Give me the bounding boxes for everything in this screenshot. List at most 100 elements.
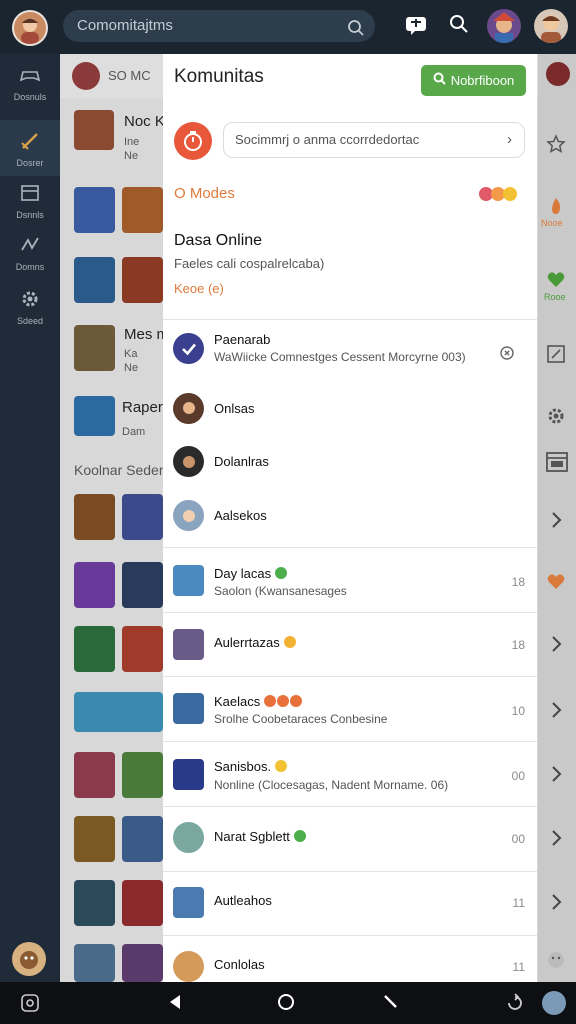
rail-item-label: Dosrer bbox=[16, 158, 44, 168]
rail-item-5[interactable]: Sdeed bbox=[0, 288, 60, 326]
chat-row[interactable]: Day lacas Saolon (Kwansanesages 18 bbox=[163, 557, 537, 609]
background-tile bbox=[74, 692, 163, 732]
chat-row[interactable]: Kaelacs Srolhe Coobetaraces Conbesine 10 bbox=[163, 686, 537, 738]
background-tile bbox=[74, 325, 115, 371]
chat-row[interactable]: Sanisbos. Nonline (Clocesagas, Nadent Mo… bbox=[163, 751, 537, 803]
background-tile bbox=[74, 816, 115, 862]
background-item-sub: Ne bbox=[124, 150, 139, 162]
recents-icon[interactable] bbox=[382, 993, 400, 1016]
rail-item-2[interactable]: Dosrer bbox=[0, 120, 60, 176]
chevron-right-icon[interactable] bbox=[546, 764, 566, 789]
chat-row[interactable]: Narat Sgblett 00 bbox=[163, 816, 537, 868]
community-avatar bbox=[173, 951, 204, 982]
chat-name: Kaelacs bbox=[214, 694, 303, 709]
background-item-sub: Ka bbox=[124, 348, 138, 360]
right-rail-avatar[interactable] bbox=[546, 62, 570, 86]
divider bbox=[163, 935, 537, 936]
status-emoji-icon bbox=[264, 695, 277, 707]
list-item[interactable]: Dolanlras bbox=[163, 444, 537, 484]
online-link[interactable]: Keoe (e) bbox=[174, 281, 224, 296]
background-tile bbox=[74, 626, 115, 672]
divider bbox=[163, 676, 537, 677]
status-emoji-icon bbox=[277, 695, 290, 707]
resize-icon[interactable] bbox=[546, 344, 566, 369]
background-tile bbox=[122, 257, 163, 303]
chat-subtitle: Srolhe Coobetaraces Conbesine bbox=[214, 712, 388, 726]
rotate-icon[interactable] bbox=[505, 993, 525, 1018]
list-item[interactable]: Aalsekos bbox=[163, 498, 537, 538]
member-avatar bbox=[173, 500, 204, 531]
rail-item-label: Dosnuls bbox=[13, 92, 47, 102]
divider bbox=[163, 741, 537, 742]
search-field[interactable]: Comomitajtms bbox=[63, 10, 375, 42]
background-tile bbox=[74, 396, 115, 436]
chevron-right-icon[interactable] bbox=[546, 892, 566, 917]
right-rail: Nooe Rooe bbox=[538, 54, 576, 982]
online-title: Dasa Online bbox=[174, 232, 263, 249]
rail-item-label: Sdeed bbox=[16, 316, 44, 326]
chevron-right-icon[interactable] bbox=[546, 700, 566, 725]
right-rail-label: Rooe bbox=[544, 292, 566, 302]
community-avatar bbox=[173, 693, 204, 724]
rail-bottom-avatar[interactable] bbox=[12, 942, 46, 976]
chat-name: Conlolas bbox=[214, 957, 265, 972]
game-avatar[interactable] bbox=[487, 9, 521, 43]
item-name: Paenarab bbox=[214, 332, 271, 347]
chat-row[interactable]: Conlolas 11 bbox=[163, 945, 537, 982]
gear-icon[interactable] bbox=[546, 406, 566, 431]
home-icon[interactable] bbox=[277, 993, 295, 1016]
new-chat-icon[interactable] bbox=[405, 14, 427, 41]
chat-row[interactable]: Aulerrtazas 18 bbox=[163, 622, 537, 674]
search-icon-top[interactable] bbox=[449, 14, 469, 39]
chat-name: Aulerrtazas bbox=[214, 635, 296, 650]
reaction-icons[interactable] bbox=[477, 185, 523, 208]
background-tile bbox=[122, 944, 163, 982]
heart-icon[interactable] bbox=[546, 572, 566, 597]
star-icon[interactable] bbox=[546, 134, 566, 159]
system-nav-bar bbox=[0, 982, 576, 1024]
community-avatar bbox=[173, 759, 204, 790]
online-subtitle: Faeles cali cospalrelcaba) bbox=[174, 256, 325, 271]
emoji-icon[interactable] bbox=[546, 950, 566, 975]
layout-icon[interactable] bbox=[546, 452, 568, 477]
divider bbox=[163, 319, 537, 320]
background-header-text: SO MC bbox=[108, 68, 151, 83]
item-name: Onlsas bbox=[214, 401, 255, 416]
community-avatar bbox=[173, 822, 204, 853]
new-community-button[interactable]: Nobrfiboon bbox=[421, 65, 526, 96]
background-tile bbox=[74, 187, 115, 233]
chat-bubble-icon[interactable] bbox=[499, 345, 515, 366]
right-rail-label: Nooe bbox=[541, 218, 563, 228]
background-tile bbox=[122, 494, 163, 540]
account-avatar[interactable] bbox=[534, 9, 568, 43]
chevron-right-icon[interactable] bbox=[546, 634, 566, 659]
chat-count: 18 bbox=[511, 575, 525, 589]
nav-profile-avatar[interactable] bbox=[542, 991, 566, 1015]
list-item[interactable]: Onlsas bbox=[163, 391, 537, 431]
rail-item-1[interactable]: Dosnuls bbox=[0, 64, 60, 102]
chevron-right-icon[interactable] bbox=[546, 828, 566, 853]
rail-item-3[interactable]: Dsnnls bbox=[0, 182, 60, 220]
chat-name: Day lacas bbox=[214, 566, 288, 581]
character-icon bbox=[493, 12, 515, 43]
profile-avatar[interactable] bbox=[12, 10, 48, 46]
background-tile bbox=[74, 494, 115, 540]
rail-item-4[interactable]: Domns bbox=[0, 234, 60, 272]
screenshot-icon[interactable] bbox=[20, 993, 40, 1018]
background-tile bbox=[122, 752, 163, 798]
chat-row[interactable]: Autleahos 11 bbox=[163, 881, 537, 933]
chat-subtitle: Saolon (Kwansanesages bbox=[214, 584, 347, 598]
top-bar: Comomitajtms bbox=[0, 0, 576, 54]
rail-item-label: Dsnnls bbox=[16, 210, 44, 220]
chevron-right-icon[interactable] bbox=[546, 510, 566, 535]
person-icon bbox=[541, 15, 561, 43]
list-item[interactable]: Paenarab WaWiicke Comnestges Cessent Mor… bbox=[163, 329, 537, 381]
back-icon[interactable] bbox=[166, 993, 184, 1016]
search-icon[interactable] bbox=[347, 17, 365, 49]
status-emoji-icon bbox=[293, 830, 306, 842]
status-input[interactable]: Socimmrj o anma ccorrdedortac › bbox=[223, 122, 525, 158]
status-avatar[interactable] bbox=[174, 122, 212, 160]
background-tile bbox=[122, 187, 163, 233]
background-item-sub: Ne bbox=[124, 362, 139, 374]
status-emoji-icon bbox=[275, 760, 288, 772]
